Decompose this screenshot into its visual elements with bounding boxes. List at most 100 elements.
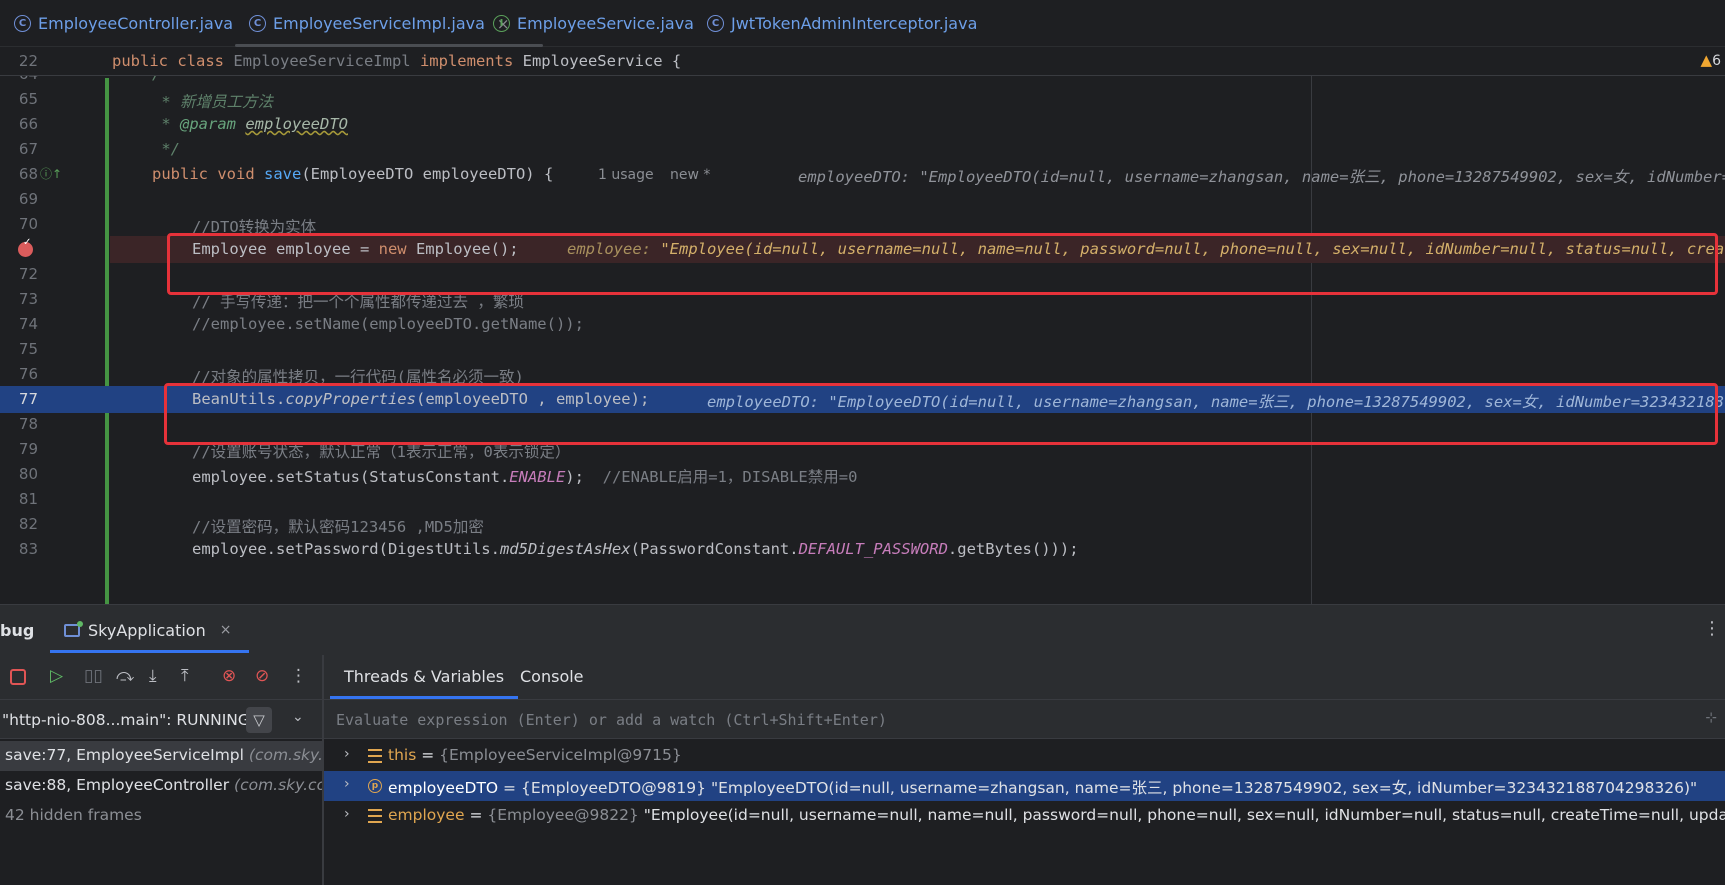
code-line-77-execution-point[interactable]: BeanUtils.copyProperties(employeeDTO , e… [110, 386, 1725, 413]
line-number: 73 [18, 290, 38, 308]
step-out-icon[interactable]: ⤒ [181, 666, 189, 686]
step-over-icon[interactable]: ⤼ [116, 666, 134, 686]
code-line-82[interactable]: 82 //设置密码，默认密码123456 ,MD5加密 [0, 511, 1725, 538]
code-line-67[interactable]: 67 */ [0, 136, 1725, 163]
variable-row-this[interactable]: › this = {EmployeeServiceImpl@9715} [324, 741, 1725, 771]
sticky-code: public class EmployeeServiceImpl impleme… [112, 52, 682, 70]
code-line-70[interactable]: 70 //DTO转换为实体 [0, 211, 1725, 238]
variable-row-employee[interactable]: › employee = {Employee@9822} "Employee(i… [324, 801, 1725, 831]
code-comment: //对象的属性拷贝，一行代码(属性名必须一致) [192, 368, 524, 386]
line-number: 65 [18, 90, 38, 108]
tab-label: EmployeeController.java [38, 14, 234, 33]
code-line-79[interactable]: 79 //设置账号状态，默认正常（1表示正常，0表示锁定） [0, 436, 1725, 463]
tab-jwt-token-admin-interceptor[interactable]: C JwtTokenAdminInterceptor.java [707, 0, 977, 47]
code-line-73[interactable]: 73 // 手写传递：把一个个属性都传递过去 ，繁琐 [0, 286, 1725, 313]
debug-view-tabs: Threads & Variables Console [324, 655, 1725, 699]
gutter-line-71[interactable] [0, 236, 100, 263]
inline-debug-value: employeeDTO: "EmployeeDTO(id=null, usern… [798, 168, 1725, 186]
tab-label: EmployeeService.java [517, 14, 694, 33]
class-icon: C [14, 15, 31, 32]
close-icon[interactable]: × [220, 622, 232, 638]
code-comment: // 手写传递：把一个个属性都传递过去 ，繁琐 [192, 293, 524, 311]
resume-icon[interactable]: ▷ [50, 666, 63, 686]
code-text: BeanUtils.copyProperties(employeeDTO , e… [192, 390, 650, 408]
line-number: 78 [18, 415, 38, 433]
line-number: 22 [18, 52, 38, 70]
pause-icon[interactable]: ▯▯ [84, 666, 103, 686]
code-line-78[interactable]: 78 [0, 411, 1725, 438]
session-tab-sky-application[interactable]: SkyApplication × [49, 605, 250, 655]
line-number: 80 [18, 465, 38, 483]
warnings-indicator[interactable]: ▲6 [1701, 51, 1721, 69]
inline-debug-value: employee: "Employee(id=null, username=nu… [567, 240, 1725, 258]
chevron-down-icon[interactable]: ⌄ [292, 709, 304, 725]
mute-breakpoints-icon[interactable]: ⊘ [255, 666, 269, 686]
variable-text: employee = {Employee@9822} "Employee(id=… [388, 806, 1725, 824]
breakpoint-icon[interactable] [18, 237, 33, 257]
chevron-right-icon[interactable]: › [344, 746, 350, 762]
thread-selector[interactable]: "http-nio-808...main": RUNNING ▽ ⌄ [0, 699, 322, 739]
implements-method-icon[interactable]: ⓘ↑ [40, 165, 62, 182]
gutter-line-77[interactable]: 77 [0, 386, 110, 413]
chevron-right-icon[interactable]: › [344, 776, 350, 792]
variable-row-employee-dto[interactable]: › p employeeDTO = {EmployeeDTO@9819} "Em… [324, 771, 1725, 801]
step-into-icon[interactable]: ⤓ [149, 666, 157, 686]
code-line-72[interactable]: 72 [0, 261, 1725, 288]
tab-console[interactable]: Console [520, 667, 584, 686]
sticky-header-line[interactable]: 22 public class EmployeeServiceImpl impl… [0, 48, 1725, 76]
field-icon [368, 809, 382, 823]
tab-employee-controller[interactable]: C EmployeeController.java [14, 0, 233, 47]
code-line-68[interactable]: 68 ⓘ↑ public void save(EmployeeDTO emplo… [0, 161, 1725, 188]
code-comment: //设置账号状态，默认正常（1表示正常，0表示锁定） [192, 443, 571, 461]
add-watch-icon[interactable]: ⊹ [1705, 710, 1717, 726]
code-text: Employee employee = new Employee(); [192, 240, 519, 258]
code-line-69[interactable]: 69 [0, 186, 1725, 213]
chevron-right-icon[interactable]: › [344, 806, 350, 822]
line-number: 67 [18, 140, 38, 158]
line-number: 75 [18, 340, 38, 358]
tab-employee-service-impl[interactable]: C EmployeeServiceImpl.java × [234, 0, 544, 47]
line-number: 83 [18, 540, 38, 558]
code-text: */ [152, 140, 180, 158]
tab-threads-variables[interactable]: Threads & Variables [329, 667, 519, 699]
class-icon: C [707, 15, 724, 32]
filter-icon[interactable]: ▽ [246, 707, 272, 733]
code-text: employee.setStatus(StatusConstant.ENABLE… [192, 468, 858, 486]
code-editor[interactable]: 22 public class EmployeeServiceImpl impl… [0, 48, 1725, 604]
code-text: employee.setPassword(DigestUtils.md5Dige… [192, 540, 1079, 558]
line-number: 74 [18, 315, 38, 333]
stack-frame[interactable]: save:88, EmployeeController (com.sky.con… [0, 771, 322, 801]
line-number: 70 [18, 215, 38, 233]
code-line-66[interactable]: 66 * @param employeeDTO [0, 111, 1725, 138]
code-line-71[interactable]: Employee employee = new Employee(); empl… [110, 236, 1725, 263]
parameter-icon: p [368, 779, 382, 793]
view-breakpoints-icon[interactable]: ⊗ [222, 666, 236, 686]
stack-frame[interactable]: save:77, EmployeeServiceImpl (com.sky.se… [0, 741, 322, 771]
line-number: 76 [18, 365, 38, 383]
stop-icon[interactable] [10, 669, 26, 685]
evaluate-expression-input[interactable] [336, 706, 1656, 734]
code-line-83[interactable]: 83 employee.setPassword(DigestUtils.md5D… [0, 536, 1725, 563]
code-line-80[interactable]: 80 employee.setStatus(StatusConstant.ENA… [0, 461, 1725, 488]
line-number: 66 [18, 115, 38, 133]
tab-employee-service[interactable]: I EmployeeService.java [493, 0, 694, 47]
code-text: * @param employeeDTO [152, 115, 348, 133]
hidden-frames-toggle[interactable]: 42 hidden frames [0, 801, 322, 831]
code-line-65[interactable]: 65 * 新增员工方法 [0, 86, 1725, 113]
code-comment: //DTO转换为实体 [192, 218, 317, 236]
usages-hint[interactable]: 1 usage [598, 167, 654, 183]
line-number: 81 [18, 490, 38, 508]
line-number: 77 [18, 390, 38, 408]
line-number: 68 [18, 165, 38, 183]
more-options-icon[interactable]: ⋮ [1703, 618, 1721, 639]
inline-debug-value: employeeDTO: "EmployeeDTO(id=null, usern… [707, 393, 1725, 411]
line-number: 82 [18, 515, 38, 533]
more-actions-icon[interactable]: ⋮ [290, 666, 307, 686]
session-tab-label: SkyApplication [88, 620, 206, 640]
variable-text: this = {EmployeeServiceImpl@9715} [388, 746, 682, 764]
author-hint[interactable]: new * [670, 167, 710, 183]
code-line-76[interactable]: 76 //对象的属性拷贝，一行代码(属性名必须一致) [0, 361, 1725, 388]
code-line-74[interactable]: 74 //employee.setName(employeeDTO.getNam… [0, 311, 1725, 338]
code-line-81[interactable]: 81 [0, 486, 1725, 513]
code-line-75[interactable]: 75 [0, 336, 1725, 363]
